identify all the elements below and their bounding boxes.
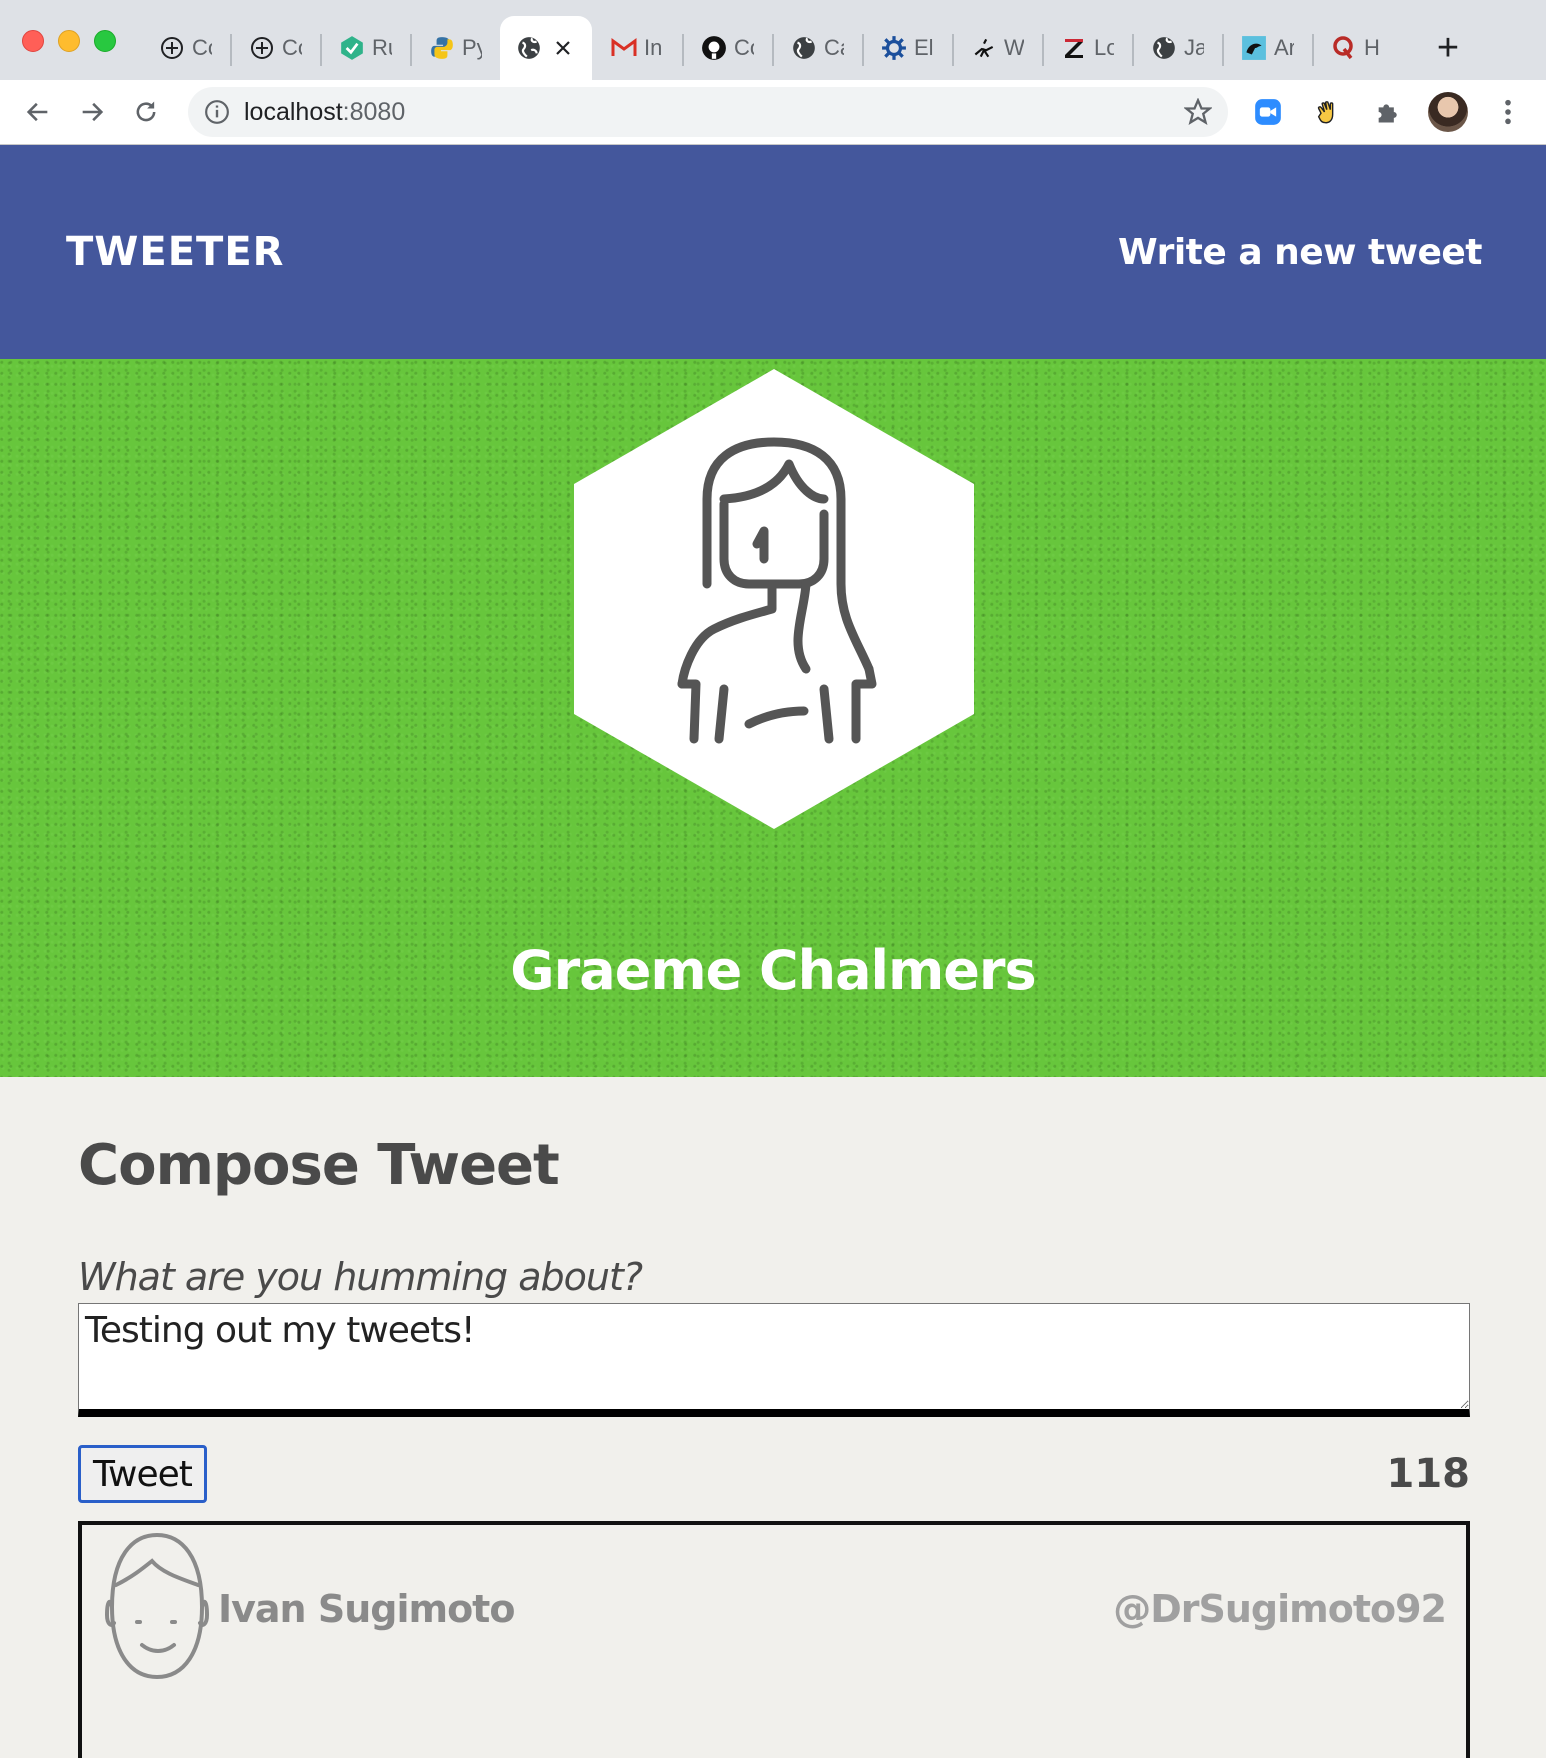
quora-icon xyxy=(1330,34,1358,62)
url-host: localhost xyxy=(244,97,343,126)
globe-icon xyxy=(515,34,543,62)
close-tab-icon[interactable] xyxy=(549,34,577,62)
compose-section: Compose Tweet What are you humming about… xyxy=(0,1077,1546,1758)
info-icon[interactable] xyxy=(204,99,230,125)
tab-strip: Co Co Ru Py In xyxy=(0,0,1546,80)
window-controls xyxy=(22,30,116,52)
reload-button[interactable] xyxy=(126,90,166,134)
tab-label: Co xyxy=(192,35,212,60)
tab-10[interactable]: W xyxy=(952,16,1042,80)
compass-icon xyxy=(248,34,276,62)
avatar xyxy=(1428,92,1468,132)
site-nav: TWEETER Write a new tweet xyxy=(0,145,1546,359)
url-text: localhost:8080 xyxy=(244,98,1170,127)
globe-icon xyxy=(1150,34,1178,62)
user-avatar-icon xyxy=(104,1532,210,1680)
gmail-icon xyxy=(610,34,638,62)
tab-label: Py xyxy=(462,35,482,60)
address-bar[interactable]: localhost:8080 xyxy=(188,87,1228,137)
browser-menu-button[interactable] xyxy=(1488,90,1528,134)
tweet-card: Ivan Sugimoto @DrSugimoto92 xyxy=(78,1521,1470,1758)
globe-icon xyxy=(790,34,818,62)
parrot-icon xyxy=(1240,34,1268,62)
tab-active[interactable] xyxy=(500,16,592,80)
tab-label: Ar xyxy=(1274,35,1294,60)
compose-prompt-label: What are you humming about? xyxy=(78,1255,643,1299)
extensions-button[interactable] xyxy=(1368,90,1408,134)
tweet-button[interactable]: Tweet xyxy=(78,1445,207,1503)
puzzle-piece-icon xyxy=(1378,104,1397,123)
tab-9[interactable]: El xyxy=(862,16,952,80)
reload-icon xyxy=(136,101,156,122)
star-icon[interactable] xyxy=(1184,98,1212,126)
tab-label: Ja xyxy=(1184,35,1204,60)
github-icon xyxy=(700,34,728,62)
compose-actions: Tweet 118 xyxy=(78,1445,1470,1503)
profile-name: Graeme Chalmers xyxy=(510,939,1036,1002)
runner-shield-icon xyxy=(338,34,366,62)
tab-4[interactable]: Py xyxy=(410,16,500,80)
tweet-author-name: Ivan Sugimoto xyxy=(218,1587,515,1631)
tweet-textarea[interactable]: Testing out my tweets! xyxy=(78,1303,1470,1417)
tab-label: Ca xyxy=(824,35,844,60)
zoom-extension-button[interactable] xyxy=(1248,90,1288,134)
profile-button[interactable] xyxy=(1428,90,1468,134)
tab-3[interactable]: Ru xyxy=(320,16,410,80)
rider-icon xyxy=(970,34,998,62)
tab-label: El xyxy=(914,35,934,60)
compass-icon xyxy=(158,34,186,62)
tab-6[interactable]: In xyxy=(592,16,682,80)
site-brand[interactable]: TWEETER xyxy=(66,229,284,275)
tab-14[interactable]: H xyxy=(1312,16,1402,80)
compose-title: Compose Tweet xyxy=(78,1133,560,1198)
tab-label: H xyxy=(1364,35,1380,60)
tab-label: W xyxy=(1004,35,1024,60)
tweet-author-handle: @DrSugimoto92 xyxy=(1113,1587,1447,1631)
tab-8[interactable]: Ca xyxy=(772,16,862,80)
minimize-window-button[interactable] xyxy=(58,30,80,52)
back-button[interactable] xyxy=(18,90,58,134)
write-tweet-link[interactable]: Write a new tweet xyxy=(1118,232,1483,273)
tab-7[interactable]: Co xyxy=(682,16,772,80)
close-window-button[interactable] xyxy=(22,30,44,52)
url-port: :8080 xyxy=(342,97,406,126)
kebab-menu-icon xyxy=(1505,99,1511,125)
forward-button[interactable] xyxy=(72,90,112,134)
browser-toolbar: localhost:8080 xyxy=(0,80,1546,144)
zotero-icon xyxy=(1060,34,1088,62)
browser-chrome: Co Co Ru Py In xyxy=(0,0,1546,145)
tab-label: Co xyxy=(282,35,302,60)
arrow-left-icon xyxy=(26,102,48,122)
tab-label: Co xyxy=(734,35,754,60)
tab-label: Lo xyxy=(1094,35,1114,60)
tab-label: In xyxy=(644,35,663,60)
tab-11[interactable]: Lo xyxy=(1042,16,1132,80)
hand-wave-icon xyxy=(1317,101,1334,124)
tab-2[interactable]: Co xyxy=(230,16,320,80)
profile-avatar xyxy=(574,369,974,829)
video-camera-icon xyxy=(1255,99,1281,125)
tab-13[interactable]: Ar xyxy=(1222,16,1312,80)
maximize-window-button[interactable] xyxy=(94,30,116,52)
gear-icon xyxy=(880,34,908,62)
tab-label: Ru xyxy=(372,35,392,60)
python-icon xyxy=(428,34,456,62)
profile-header: Graeme Chalmers xyxy=(0,359,1546,1077)
tab-1[interactable]: Co xyxy=(140,16,230,80)
tab-list: Co Co Ru Py In xyxy=(140,16,1402,80)
hand-extension-button[interactable] xyxy=(1308,90,1348,134)
arrow-right-icon xyxy=(82,102,104,122)
new-tab-button[interactable]: + xyxy=(1418,16,1478,80)
tab-12[interactable]: Ja xyxy=(1132,16,1222,80)
character-counter: 118 xyxy=(1386,1451,1471,1497)
